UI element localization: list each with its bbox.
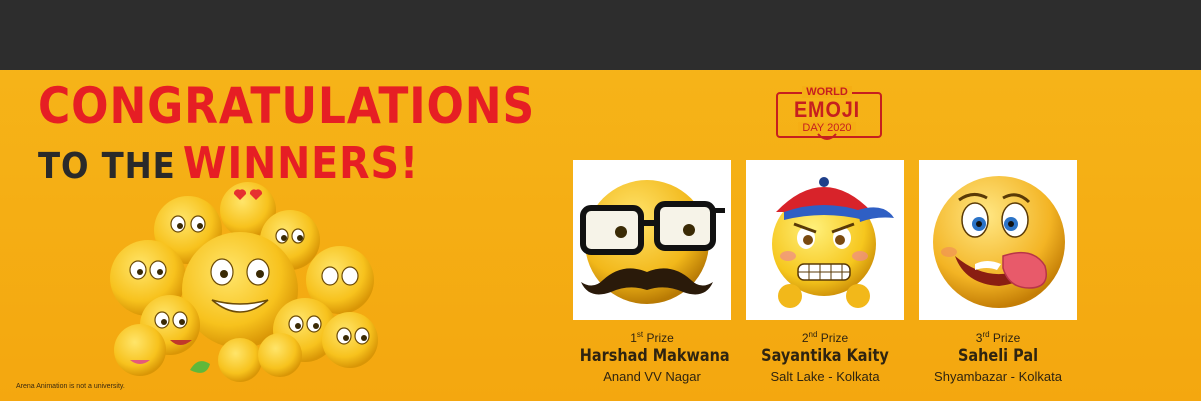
winner-card-1 xyxy=(573,160,731,320)
disclaimer: Arena Animation is not a university. xyxy=(16,383,125,390)
winner-name: Sayantika Kaity xyxy=(761,346,889,366)
winners-banner: CONGRATULATIONS TO THE WINNERS! Arena An… xyxy=(0,0,1201,401)
winner-card-2 xyxy=(746,160,904,320)
headline: CONGRATULATIONS TO THE WINNERS! xyxy=(38,80,603,189)
tongue-out-emoji-image xyxy=(933,176,1065,308)
prize-label: 1st Prize xyxy=(567,330,737,345)
prize-text: Prize xyxy=(820,331,849,345)
world-emoji-day-logo: WORLD EMOJI DAY 2020 xyxy=(774,86,882,148)
winner-card-3 xyxy=(919,160,1077,320)
winner-info-3: 3rd Prize Saheli Pal Shyambazar - Kolkat… xyxy=(913,330,1083,384)
winner-location: Salt Lake - Kolkata xyxy=(770,369,880,384)
winner-info-1: 1st Prize Harshad Makwana Anand VV Nagar xyxy=(567,330,737,384)
winner-info-2: 2nd Prize Sayantika Kaity Salt Lake - Ko… xyxy=(740,330,910,384)
winner-location: Shyambazar - Kolkata xyxy=(934,369,1062,384)
winner-location: Anand VV Nagar xyxy=(603,369,701,384)
glasses-moustache-emoji-image xyxy=(580,180,725,304)
prize-number: 1 xyxy=(630,331,637,345)
prize-number: 2 xyxy=(801,331,809,345)
prize-label: 3rd Prize xyxy=(913,330,1083,345)
prize-text: Prize xyxy=(992,331,1021,345)
prize-text: Prize xyxy=(646,331,674,345)
prize-label: 2nd Prize xyxy=(740,330,910,345)
prize-suffix: nd xyxy=(808,330,818,339)
smile-icon xyxy=(817,133,837,140)
winner-name: Saheli Pal xyxy=(957,346,1039,366)
prize-suffix: rd xyxy=(982,330,990,339)
prize-suffix: st xyxy=(636,330,644,339)
headline-congratulations: CONGRATULATIONS xyxy=(38,77,536,135)
winner-name: Harshad Makwana xyxy=(579,346,730,366)
top-bar xyxy=(0,0,1201,70)
cap-grin-emoji-image xyxy=(772,177,894,308)
emoji-pile-illustration xyxy=(110,182,378,382)
logo-line-emoji: EMOJI xyxy=(793,97,861,122)
